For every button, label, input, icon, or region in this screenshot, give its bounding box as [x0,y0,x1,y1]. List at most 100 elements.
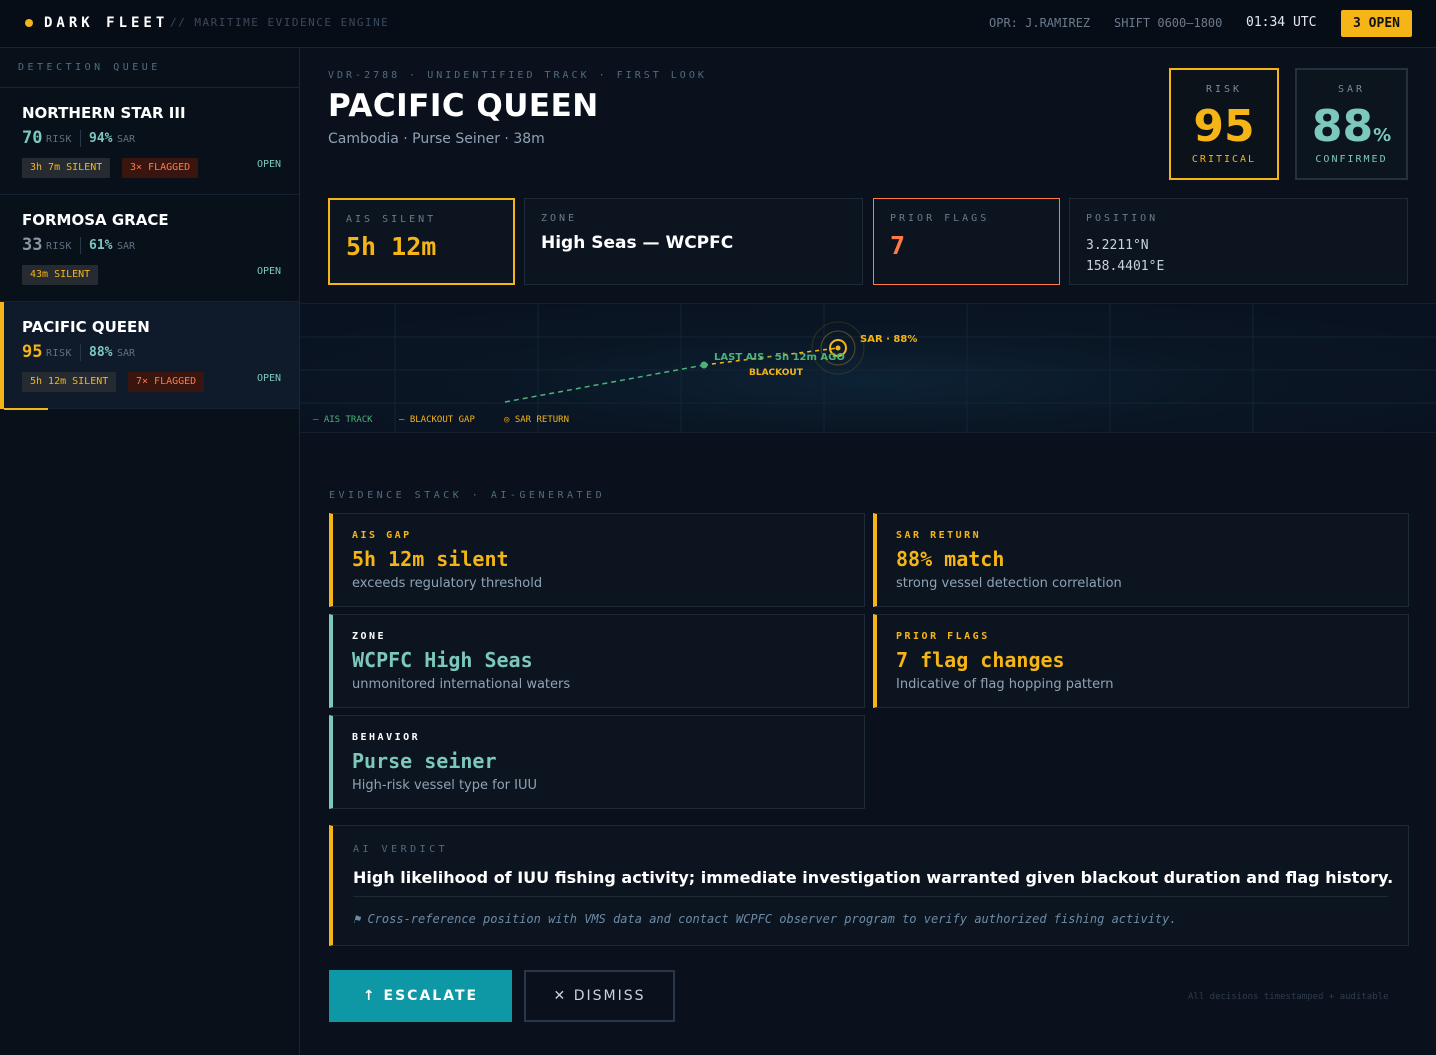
stat-prior-flags: PRIOR FLAGS 7 [873,198,1060,285]
queue-title: DETECTION QUEUE [18,62,161,73]
evidence-description: unmonitored international waters [352,677,571,692]
blackout-label: BLACKOUT [749,368,804,378]
evidence-card-sar-return: SAR RETURN 88% match strong vessel detec… [873,513,1409,607]
vessel-risk: 33 [22,235,43,255]
stat-ais-silent: AIS SILENT 5h 12m [328,198,515,285]
app-title: DARK FLEET [44,15,169,31]
evidence-title: PRIOR FLAGS [896,631,990,642]
silent-tag: 5h 12m SILENT [22,372,117,392]
vessel-name: NORTHERN STAR III [22,104,186,122]
shift-label: SHIFT 0600–1800 [1114,16,1223,30]
sar-return-center-icon [835,345,841,351]
stat-label: PRIOR FLAGS [890,213,990,224]
longitude: 158.4401°E [1086,259,1165,274]
stat-zone: ZONE High Seas — WCPFC [524,198,863,285]
evidence-stack-title: EVIDENCE STACK · AI-GENERATED [329,490,606,501]
audit-footnote: All decisions timestamped + auditable [1188,992,1389,1002]
evidence-title: AIS GAP [352,530,412,541]
vessel-risk: 70 [22,128,43,148]
top-bar: DARK FLEET // MARITIME EVIDENCE ENGINE O… [0,0,1436,48]
evidence-description: exceeds regulatory threshold [352,576,543,591]
detection-queue-sidebar: DETECTION QUEUE NORTHERN STAR III 70 RIS… [0,48,300,1055]
evidence-card-zone: ZONE WCPFC High Seas unmonitored interna… [329,614,865,708]
sar-label: SAR [117,134,136,145]
status-badge: OPEN [257,373,282,384]
stat-value: 5h 12m [346,232,437,261]
vessel-name: PACIFIC QUEEN [22,318,150,336]
stat-label: AIS SILENT [346,214,437,225]
legend-ais-track: — AIS TRACK [313,415,373,425]
evidence-value: 88% match [896,547,1005,571]
risk-score-level: CRITICAL [1191,154,1257,165]
vessel-sar: 88% [89,345,113,360]
verdict-recommendation: ⚑ Cross-reference position with VMS data… [353,912,1177,926]
flagged-tag: 7× FLAGGED [128,372,205,392]
position-coordinates: 3.2211°N 158.4401°E [1086,235,1164,277]
evidence-card-prior-flags: PRIOR FLAGS 7 flag changes Indicative of… [873,614,1409,708]
map-canvas: LAST AIS · 5h 12m AGO BLACKOUT SAR · 88%… [300,304,1436,432]
flagged-tag: 3× FLAGGED [122,158,199,178]
vessel-details: Cambodia · Purse Seiner · 38m [328,131,545,147]
risk-score-label: RISK [1205,84,1243,95]
evidence-value: 5h 12m silent [352,547,509,571]
app-subtitle: // MARITIME EVIDENCE ENGINE [170,16,390,29]
status-badge: OPEN [257,266,282,277]
sar-score-unit: % [1373,125,1392,146]
track-map[interactable]: LAST AIS · 5h 12m AGO BLACKOUT SAR · 88%… [300,303,1436,433]
escalate-button[interactable]: ↑ ESCALATE [329,970,512,1022]
evidence-title: ZONE [352,631,387,642]
sar-score-label: SAR [1337,84,1366,95]
ai-verdict-panel: AI VERDICT High likelihood of IUU fishin… [329,825,1409,946]
selection-underline [4,408,48,410]
selection-indicator [0,302,4,409]
queue-item-formosa-grace[interactable]: FORMOSA GRACE 33 RISK 61% SAR 43m SILENT… [0,195,299,302]
evidence-value: 7 flag changes [896,648,1065,672]
evidence-card-behavior: BEHAVIOR Purse seiner High-risk vessel t… [329,715,865,809]
ais-track-line [504,364,705,403]
clock: 01:34 UTC [1246,15,1317,30]
sar-map-label: SAR · 88% [860,334,917,345]
stat-label: ZONE [541,213,578,224]
risk-label: RISK [46,134,73,145]
risk-score-card: RISK 95 CRITICAL [1169,68,1279,180]
last-ais-label: LAST AIS · 5h 12m AGO [714,352,845,363]
sar-score-status: CONFIRMED [1315,154,1388,165]
evidence-title: BEHAVIOR [352,732,421,743]
verdict-text: High likelihood of IUU fishing activity;… [353,868,1394,887]
silent-tag: 3h 7m SILENT [22,158,111,178]
vessel-sar: 94% [89,131,113,146]
queue-item-northern-star[interactable]: NORTHERN STAR III 70 RISK 94% SAR 3h 7m … [0,88,299,195]
vessel-name: FORMOSA GRACE [22,211,169,229]
sar-label: SAR [117,241,136,252]
evidence-description: strong vessel detection correlation [896,576,1122,591]
legend-sar-return: ◎ SAR RETURN [504,415,569,425]
divider [353,896,1388,897]
stat-value: 7 [890,231,906,260]
risk-score-value: 95 [1193,101,1255,152]
last-ais-point-icon [700,361,708,369]
operator-label: OPR: J.RAMIREZ [989,16,1091,30]
risk-label: RISK [46,348,73,359]
vessel-sar: 61% [89,238,113,253]
sar-label: SAR [117,348,136,359]
evidence-description: Indicative of flag hopping pattern [896,677,1114,692]
verdict-label: AI VERDICT [353,844,449,855]
divider [80,237,81,254]
latitude: 3.2211°N [1086,238,1149,253]
map-grid [300,304,1436,432]
sar-score-card: SAR 88% CONFIRMED [1295,68,1408,180]
queue-item-pacific-queen[interactable]: PACIFIC QUEEN 95 RISK 88% SAR 5h 12m SIL… [0,302,299,410]
risk-label: RISK [46,241,73,252]
vessel-risk: 95 [22,342,43,362]
sar-score-number: 88 [1311,101,1374,152]
divider [80,130,81,147]
status-badge: OPEN [257,159,282,170]
dismiss-button[interactable]: ✕ DISMISS [524,970,675,1022]
legend-blackout-gap: – BLACKOUT GAP [399,415,475,425]
stat-position: POSITION 3.2211°N 158.4401°E [1069,198,1408,285]
stat-label: POSITION [1086,213,1159,224]
evidence-description: High-risk vessel type for IUU [352,778,537,793]
open-count-badge[interactable]: 3 OPEN [1341,10,1412,37]
evidence-value: Purse seiner [352,749,497,773]
divider [80,344,81,361]
